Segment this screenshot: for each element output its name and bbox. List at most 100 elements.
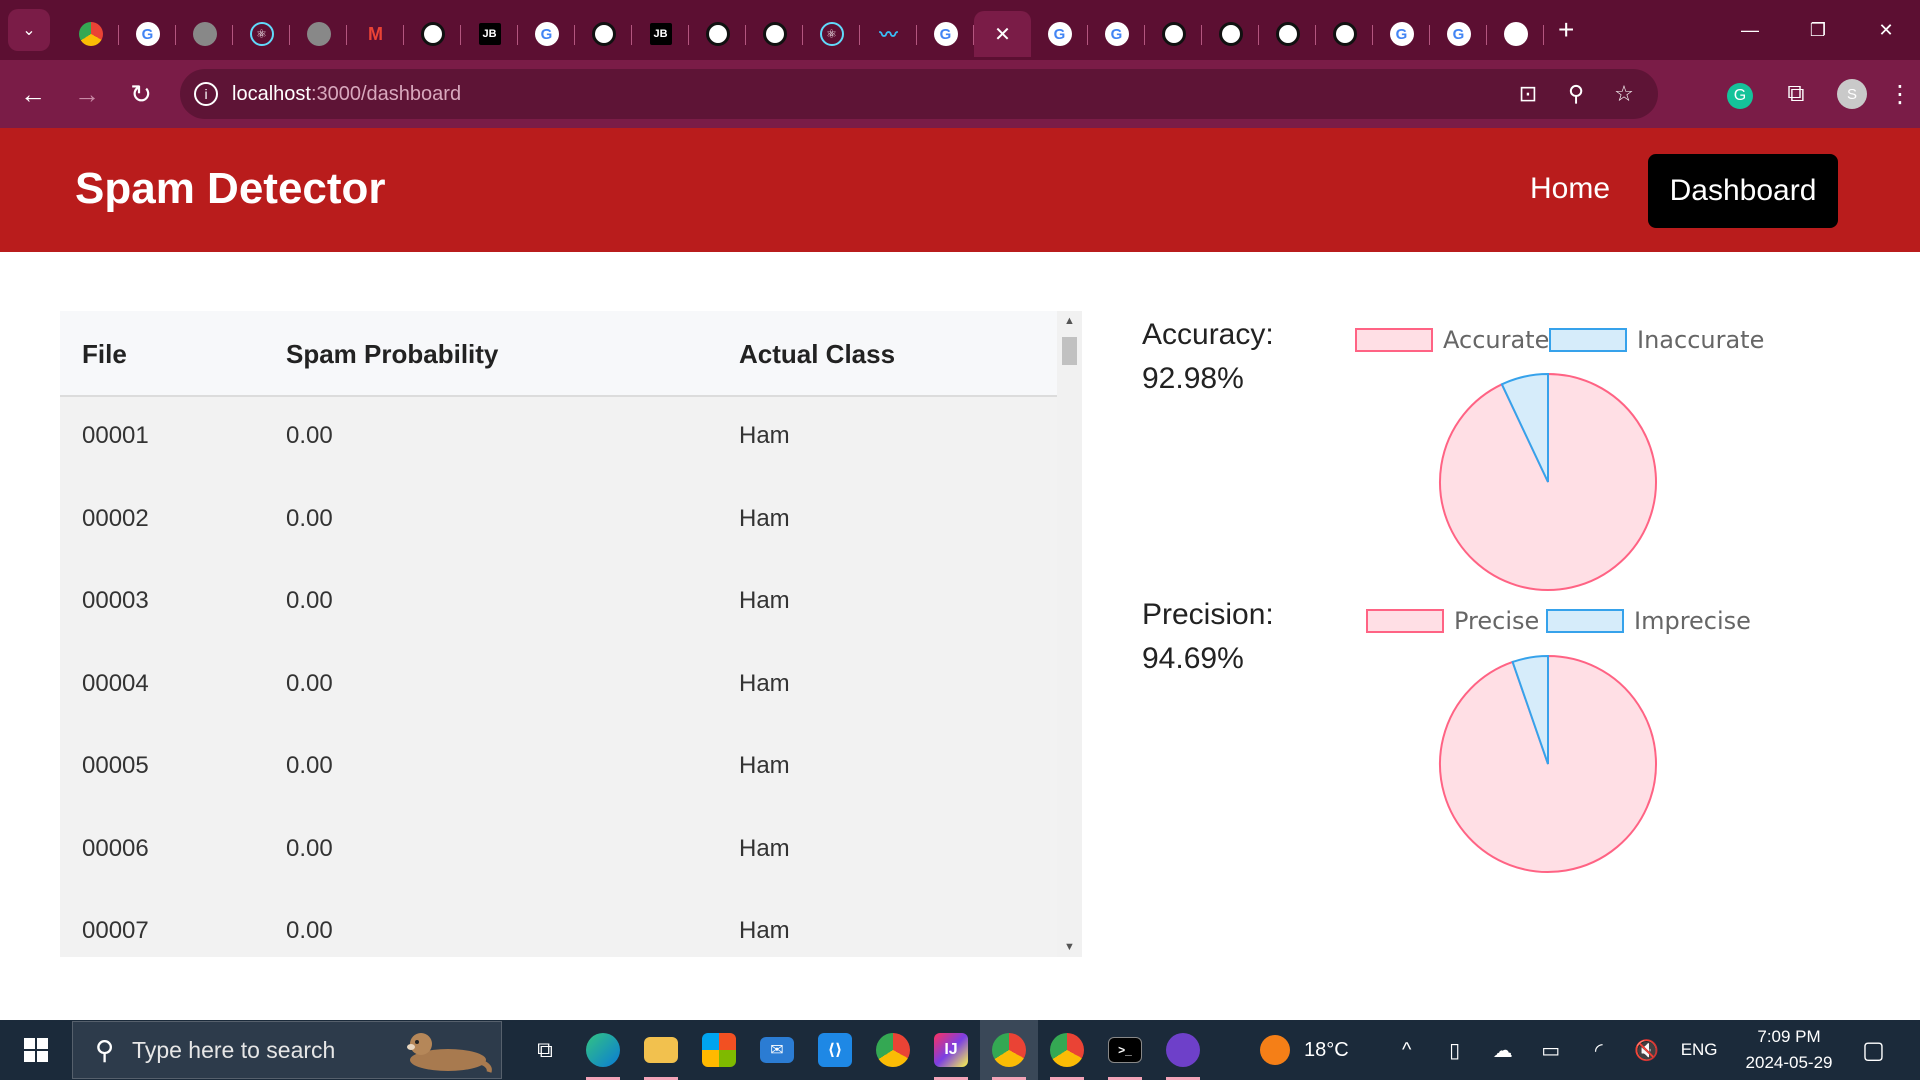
browser-tab[interactable]: JB: [461, 11, 518, 57]
temperature[interactable]: 18°C: [1304, 1039, 1349, 1062]
taskbar-search-box[interactable]: ⚲ Type here to search: [72, 1021, 502, 1079]
url-text[interactable]: localhost:3000/dashboard: [232, 83, 461, 106]
github-icon: [1332, 22, 1357, 46]
browser-tab[interactable]: ⚛: [233, 11, 290, 57]
browser-tab[interactable]: JB: [632, 11, 689, 57]
install-app-icon[interactable]: ⊡: [1504, 81, 1552, 107]
profile-avatar[interactable]: S: [1837, 79, 1867, 109]
extensions-icon[interactable]: ⧉: [1768, 80, 1824, 108]
browser-tab[interactable]: [1145, 11, 1202, 57]
terminal-app[interactable]: >_: [1096, 1020, 1154, 1080]
microsoft-store-app[interactable]: [690, 1020, 748, 1080]
legend-swatch: [1546, 609, 1624, 633]
browser-tab[interactable]: 〰: [860, 11, 917, 57]
folder-icon: [644, 1037, 678, 1063]
legend-precise[interactable]: Precise: [1366, 607, 1539, 635]
table-row: 00007 0.00 Ham: [60, 892, 1057, 957]
wifi-icon[interactable]: ◜: [1575, 1038, 1623, 1063]
legend-inaccurate[interactable]: Inaccurate: [1549, 326, 1764, 354]
start-button[interactable]: [0, 1020, 72, 1080]
battery-icon[interactable]: ▭: [1527, 1038, 1575, 1063]
cell-file: 00004: [82, 669, 149, 697]
browser-tab[interactable]: G: [1088, 11, 1145, 57]
browser-tab[interactable]: G: [1430, 11, 1487, 57]
chrome-app[interactable]: [864, 1020, 922, 1080]
browser-tab[interactable]: [176, 11, 233, 57]
chrome-icon: [1503, 22, 1528, 46]
edge-app[interactable]: [574, 1020, 632, 1080]
close-tab-icon[interactable]: ✕: [994, 22, 1011, 47]
onedrive-icon[interactable]: ☁: [1479, 1038, 1527, 1063]
store-icon: [702, 1033, 736, 1067]
speaker-muted-icon[interactable]: 🔇: [1623, 1038, 1671, 1063]
github-icon: [1166, 1033, 1200, 1067]
github-icon: [1275, 22, 1300, 46]
zoom-icon[interactable]: ⚲: [1552, 81, 1600, 107]
browser-tab[interactable]: G: [518, 11, 575, 57]
browser-tab[interactable]: G: [1373, 11, 1430, 57]
google-icon: G: [1446, 22, 1471, 46]
file-explorer-app[interactable]: [632, 1020, 690, 1080]
chevron-up-icon[interactable]: ^: [1383, 1039, 1431, 1062]
window-controls: — ❐ ✕: [1716, 0, 1920, 60]
browser-tab[interactable]: [404, 11, 461, 57]
forward-button[interactable]: →: [60, 67, 114, 121]
back-button[interactable]: ←: [6, 67, 60, 121]
bookmark-star-icon[interactable]: ☆: [1600, 81, 1648, 107]
nav-dashboard-link[interactable]: Dashboard: [1648, 154, 1838, 228]
cell-actual-class: Ham: [739, 917, 790, 944]
task-view-button[interactable]: ⧉: [516, 1020, 574, 1080]
browser-tab[interactable]: [575, 11, 632, 57]
new-tab-button[interactable]: +: [1558, 14, 1574, 46]
browser-tab[interactable]: G: [1031, 11, 1088, 57]
scrollbar-thumb[interactable]: [1062, 337, 1077, 365]
restore-button[interactable]: ❐: [1784, 0, 1852, 60]
precision-value: 94.69%: [1142, 642, 1244, 675]
browser-tab[interactable]: G: [119, 11, 176, 57]
github-icon: [762, 22, 787, 46]
scroll-up-arrow-icon[interactable]: ▲: [1057, 311, 1082, 331]
otter-illustration-icon: [407, 1033, 492, 1073]
browser-tab[interactable]: [746, 11, 803, 57]
table-scrollbar[interactable]: ▲ ▼: [1057, 311, 1082, 957]
google-icon: G: [933, 22, 958, 46]
nav-home-link[interactable]: Home: [1530, 172, 1610, 206]
browser-tab[interactable]: [1259, 11, 1316, 57]
browser-tab[interactable]: [62, 11, 119, 57]
minimize-button[interactable]: —: [1716, 0, 1784, 60]
browser-tab[interactable]: [1487, 11, 1544, 57]
menu-icon[interactable]: ⋮: [1880, 80, 1920, 109]
browser-tab[interactable]: ⚛: [803, 11, 860, 57]
phone-link-icon[interactable]: ▯: [1431, 1038, 1479, 1063]
browser-tab[interactable]: [1316, 11, 1373, 57]
chrome-profile-app[interactable]: [980, 1020, 1038, 1080]
grammarly-extension-icon[interactable]: G: [1712, 79, 1768, 109]
tab-search-button[interactable]: ⌄: [8, 9, 50, 51]
browser-tab[interactable]: [689, 11, 746, 57]
browser-tab[interactable]: G: [917, 11, 974, 57]
input-language[interactable]: ENG: [1681, 1040, 1718, 1060]
reload-button[interactable]: ↻: [114, 67, 168, 121]
legend-accurate[interactable]: Accurate: [1355, 326, 1549, 354]
system-clock[interactable]: 7:09 PM 2024-05-29: [1746, 1024, 1833, 1076]
vscode-app[interactable]: ⟨⟩: [806, 1020, 864, 1080]
browser-tab[interactable]: [1202, 11, 1259, 57]
chrome-profile-app-2[interactable]: [1038, 1020, 1096, 1080]
close-window-button[interactable]: ✕: [1852, 0, 1920, 60]
intellij-app[interactable]: IJ: [922, 1020, 980, 1080]
google-icon: G: [1104, 22, 1129, 46]
address-bar[interactable]: i localhost:3000/dashboard ⊡ ⚲ ☆: [180, 69, 1658, 119]
google-icon: G: [1047, 22, 1072, 46]
tab-active[interactable]: ✕: [974, 11, 1031, 57]
notification-icon[interactable]: ▢: [1851, 1036, 1897, 1065]
site-info-icon[interactable]: i: [194, 82, 218, 106]
browser-tab[interactable]: [290, 11, 347, 57]
legend-label: Imprecise: [1634, 607, 1751, 635]
legend-imprecise[interactable]: Imprecise: [1546, 607, 1751, 635]
mail-app[interactable]: ✉: [748, 1020, 806, 1080]
google-icon: G: [135, 22, 160, 46]
github-desktop-app[interactable]: [1154, 1020, 1212, 1080]
weather-sun-icon[interactable]: [1260, 1035, 1290, 1065]
browser-tab[interactable]: M: [347, 11, 404, 57]
scroll-down-arrow-icon[interactable]: ▼: [1057, 937, 1082, 957]
